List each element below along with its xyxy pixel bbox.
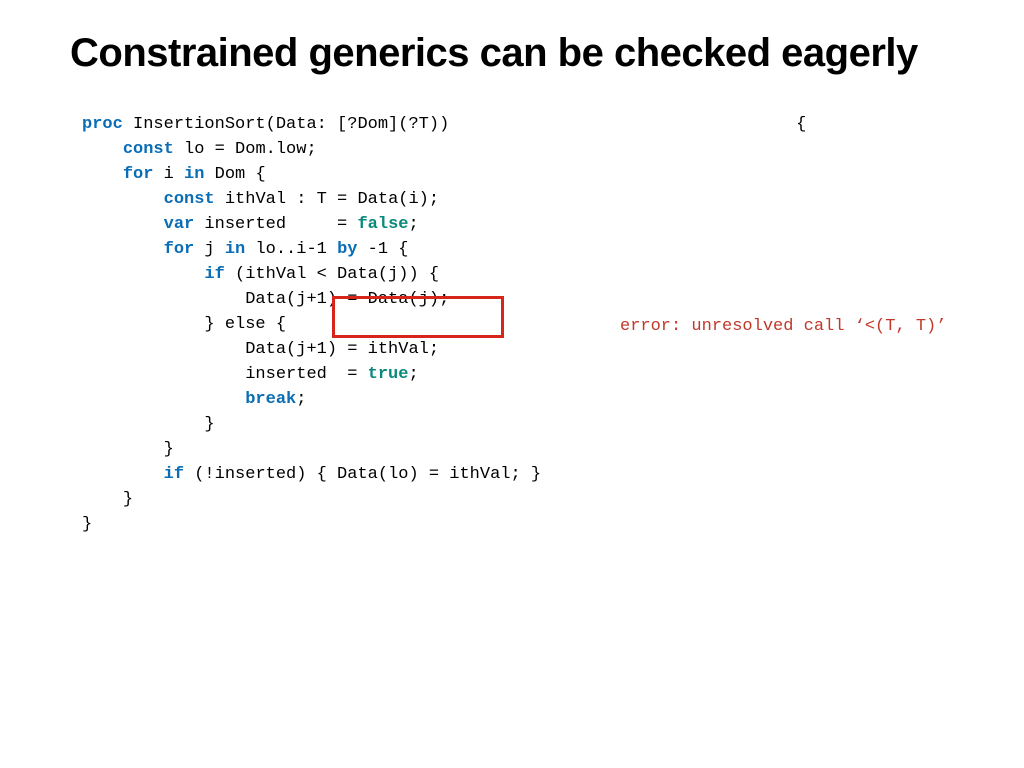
code-text: lo = Dom.low; (174, 140, 317, 159)
code-text: { (796, 115, 806, 134)
highlight-box (332, 296, 504, 338)
code-text: inserted = (194, 215, 357, 234)
kw-for: for (123, 165, 154, 184)
code-text: i (153, 165, 184, 184)
code-text: InsertionSort(Data: [?Dom](?T)) (123, 115, 449, 134)
code-text: ; (296, 390, 306, 409)
code-area: proc InsertionSort(Data: [?Dom](?T)) { c… (70, 112, 954, 537)
code-text: } else { (204, 315, 286, 334)
kw-by: by (337, 240, 357, 259)
code-text: Data(j+1) = ithVal; (245, 340, 439, 359)
kw-if: if (164, 465, 184, 484)
kw-const: const (164, 190, 215, 209)
kw-var: var (164, 215, 195, 234)
code-text: (!inserted) { Data(lo) = ithVal; } (184, 465, 541, 484)
code-text: } (82, 515, 92, 534)
kw-break: break (245, 390, 296, 409)
code-text: } (204, 415, 214, 434)
code-text: ; (408, 215, 418, 234)
code-text: -1 { (357, 240, 408, 259)
code-text: } (164, 440, 174, 459)
kw-if: if (204, 265, 224, 284)
code-text: inserted = (245, 365, 367, 384)
code-text: ; (408, 365, 418, 384)
kw-const: const (123, 140, 174, 159)
lit-true: true (368, 365, 409, 384)
kw-proc: proc (82, 115, 123, 134)
code-text: ithVal : T = Data(i); (215, 190, 439, 209)
code-text: lo..i-1 (245, 240, 337, 259)
kw-for: for (164, 240, 195, 259)
kw-in: in (184, 165, 204, 184)
code-text: } (123, 490, 133, 509)
lit-false: false (357, 215, 408, 234)
kw-in: in (225, 240, 245, 259)
code-text: Dom { (204, 165, 265, 184)
code-text: j (194, 240, 225, 259)
code-text: (ithVal < Data(j)) { (225, 265, 439, 284)
slide-title: Constrained generics can be checked eage… (70, 30, 954, 76)
error-message: error: unresolved call ‘<(T, T)’ (620, 317, 946, 336)
